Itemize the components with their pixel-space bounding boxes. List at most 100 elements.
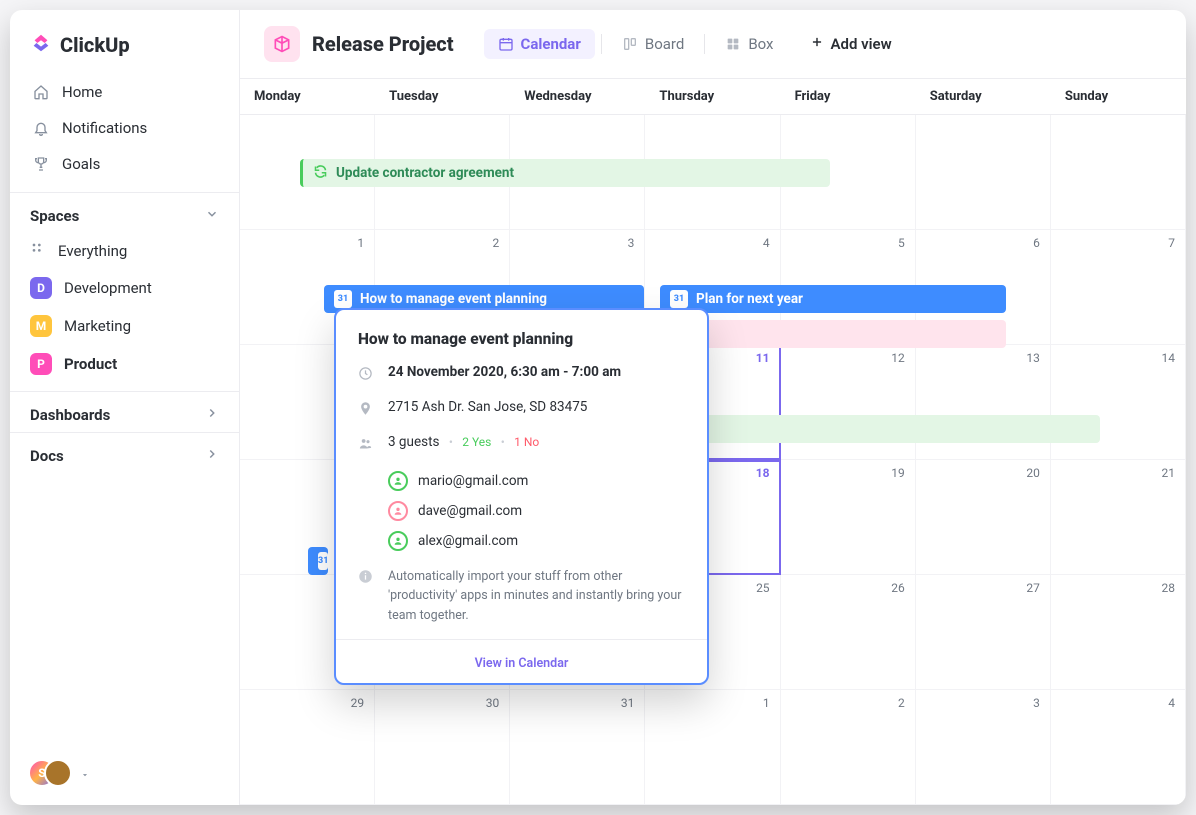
space-label: Product [64, 355, 117, 373]
tab-label: Calendar [521, 35, 581, 53]
calendar-cell[interactable]: 26 [781, 575, 916, 690]
docs-label: Docs [30, 447, 64, 465]
calendar-badge-icon: 31 [334, 290, 352, 308]
calendar-cell[interactable]: 19 [781, 460, 916, 575]
day-number: 4 [763, 236, 770, 250]
day-number: 29 [351, 696, 365, 710]
guest-list: mario@gmail.com dave@gmail.com alex@gmai… [388, 471, 528, 551]
user-avatar-2 [44, 759, 72, 787]
calendar-cell[interactable]: 3 [916, 690, 1051, 805]
trophy-icon [32, 156, 50, 172]
day-number: 5 [898, 236, 905, 250]
space-badge: P [30, 353, 52, 375]
info-icon [358, 569, 374, 588]
brand-logo[interactable]: ClickUp [10, 10, 239, 72]
day-header: Monday [240, 79, 375, 115]
calendar-cell[interactable]: 7 [1051, 230, 1186, 345]
event-popover: How to manage event planning 24 November… [334, 308, 709, 685]
calendar-cell[interactable]: 2 [781, 690, 916, 805]
day-number: 27 [1026, 581, 1040, 595]
space-product[interactable]: P Product [10, 345, 239, 383]
calendar-cell[interactable]: 30 [375, 690, 510, 805]
calendar-event[interactable] [660, 320, 1006, 348]
project-icon [264, 26, 300, 62]
day-number: 3 [1033, 696, 1040, 710]
primary-nav: Home Notifications Goals [10, 72, 239, 184]
space-badge: D [30, 277, 52, 299]
tab-box[interactable]: Box [711, 29, 787, 59]
plus-icon [810, 35, 824, 53]
space-label: Everything [58, 242, 127, 260]
popover-location: 2715 Ash Dr. San Jose, SD 83475 [388, 399, 587, 415]
sidebar: ClickUp Home Notifications Goals Spaces … [10, 10, 240, 805]
calendar-cell[interactable]: 21 [1051, 460, 1186, 575]
calendar-cell[interactable]: 27 [916, 575, 1051, 690]
tab-label: Box [748, 35, 773, 53]
spaces-header[interactable]: Spaces [10, 192, 239, 233]
spaces-title: Spaces [30, 207, 79, 225]
calendar-cell[interactable]: 4 [1051, 690, 1186, 805]
user-menu[interactable]: S [10, 743, 239, 805]
event-label: Update contractor agreement [336, 165, 514, 181]
bell-icon [32, 120, 50, 136]
space-development[interactable]: D Development [10, 269, 239, 307]
day-number: 11 [756, 351, 770, 365]
event-label: How to manage event planning [360, 291, 547, 307]
tab-label: Board [645, 35, 684, 53]
day-number: 2 [493, 236, 500, 250]
calendar-cell[interactable]: 29 [240, 690, 375, 805]
nav-label: Notifications [62, 119, 147, 137]
person-icon [388, 501, 408, 521]
calendar-cell[interactable]: 20 [916, 460, 1051, 575]
guest-email: dave@gmail.com [418, 503, 522, 519]
calendar-cell[interactable]: 1 [645, 690, 780, 805]
event-label: Plan for next year [696, 291, 803, 307]
calendar-cell[interactable] [916, 115, 1051, 230]
person-icon [388, 471, 408, 491]
nav-notifications[interactable]: Notifications [18, 110, 231, 146]
day-header: Friday [781, 79, 916, 115]
nav-goals[interactable]: Goals [18, 146, 231, 182]
dot: • [501, 435, 505, 449]
calendar-cell[interactable] [1051, 115, 1186, 230]
calendar-cell[interactable]: 31 [510, 690, 645, 805]
view-in-calendar-link[interactable]: View in Calendar [475, 656, 569, 671]
view-tabs: Calendar Board Box [484, 29, 788, 59]
popover-description: Automatically import your stuff from oth… [388, 567, 685, 625]
chevron-down-icon [205, 207, 219, 225]
grid-dots-icon [30, 241, 46, 261]
project-title: Release Project [312, 32, 454, 56]
space-everything[interactable]: Everything [10, 233, 239, 269]
tab-board[interactable]: Board [608, 29, 698, 59]
calendar-cell[interactable]: 28 [1051, 575, 1186, 690]
day-number: 20 [1026, 466, 1040, 480]
docs-section[interactable]: Docs [10, 432, 239, 473]
calendar-event[interactable]: 31 [308, 547, 328, 575]
calendar-badge-icon: 31 [670, 290, 688, 308]
day-number: 13 [1026, 351, 1040, 365]
popover-footer: View in Calendar [336, 639, 707, 683]
nav-label: Home [62, 83, 102, 101]
calendar-event[interactable] [660, 415, 1100, 443]
sync-icon [313, 164, 328, 183]
day-header: Thursday [645, 79, 780, 115]
chevron-right-icon [205, 447, 219, 465]
person-icon [388, 531, 408, 551]
space-label: Development [64, 279, 152, 297]
tab-calendar[interactable]: Calendar [484, 29, 595, 59]
day-number: 3 [628, 236, 635, 250]
add-view-label: Add view [831, 35, 892, 53]
guests-yes: 2 Yes [462, 435, 491, 449]
calendar-event[interactable]: 31 Plan for next year [660, 285, 1006, 313]
calendar-icon [498, 36, 514, 52]
avatar-stack: S [28, 759, 74, 789]
add-view-button[interactable]: Add view [810, 35, 892, 53]
popover-location-row: 2715 Ash Dr. San Jose, SD 83475 [358, 399, 685, 420]
day-number: 14 [1161, 351, 1175, 365]
calendar-event[interactable]: Update contractor agreement [300, 159, 830, 187]
day-number: 2 [898, 696, 905, 710]
space-marketing[interactable]: M Marketing [10, 307, 239, 345]
dashboards-section[interactable]: Dashboards [10, 391, 239, 432]
nav-home[interactable]: Home [18, 74, 231, 110]
brand-name: ClickUp [60, 33, 130, 57]
